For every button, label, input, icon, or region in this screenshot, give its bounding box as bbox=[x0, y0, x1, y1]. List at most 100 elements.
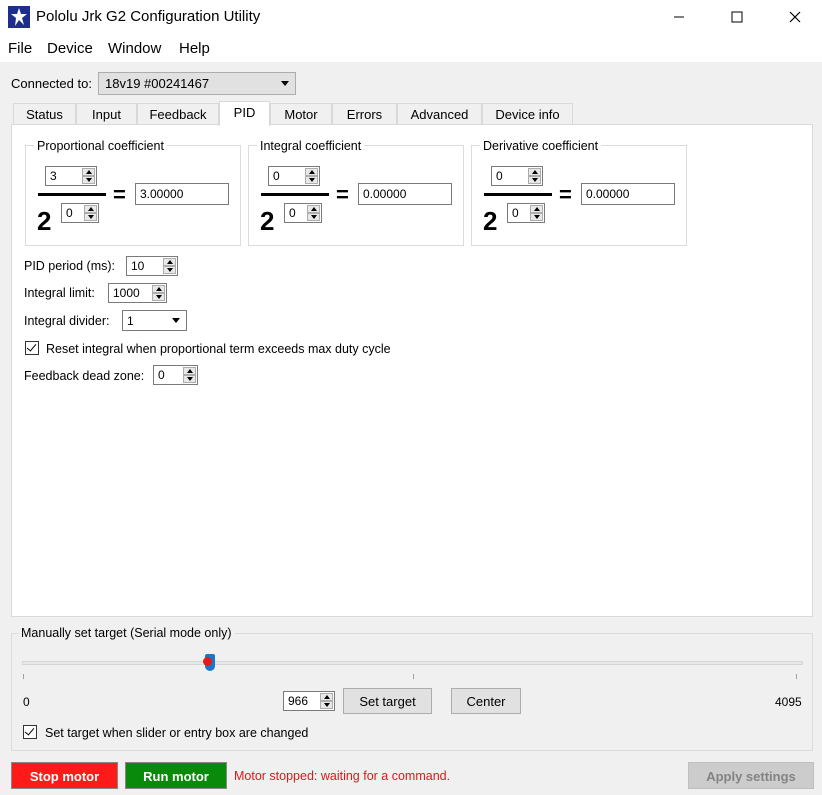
menu-help[interactable]: Help bbox=[179, 40, 210, 57]
stop-motor-button[interactable]: Stop motor bbox=[11, 762, 118, 789]
slider-tick bbox=[796, 674, 797, 679]
integral-multiplier-spinbox[interactable]: 0 bbox=[268, 166, 320, 186]
menu-window[interactable]: Window bbox=[108, 40, 161, 57]
spin-down-icon[interactable] bbox=[530, 213, 543, 221]
equals-sign: = bbox=[113, 182, 126, 207]
tab-advanced[interactable]: Advanced bbox=[397, 103, 482, 125]
pid-period-value: 10 bbox=[131, 259, 145, 273]
spin-up-icon[interactable] bbox=[82, 168, 95, 176]
integral-divider-value: 1 bbox=[127, 314, 134, 328]
pid-period-label: PID period (ms): bbox=[24, 259, 115, 273]
feedback-dead-zone-label: Feedback dead zone: bbox=[24, 369, 145, 383]
maximize-icon[interactable] bbox=[714, 0, 760, 34]
derivative-base: 2 bbox=[483, 206, 498, 236]
chevron-down-icon bbox=[172, 318, 180, 323]
integral-limit-spinbox[interactable]: 1000 bbox=[108, 283, 167, 303]
fraction-line bbox=[484, 193, 552, 196]
integral-result-field[interactable]: 0.00000 bbox=[358, 183, 452, 205]
spin-up-icon[interactable] bbox=[84, 205, 97, 213]
app-logo-icon bbox=[8, 6, 30, 28]
proportional-multiplier-value: 3 bbox=[50, 169, 57, 183]
integral-divider-label: Integral divider: bbox=[24, 314, 110, 328]
slider-tick bbox=[23, 674, 24, 679]
derivative-exponent-value: 0 bbox=[512, 206, 519, 220]
menu-device[interactable]: Device bbox=[47, 40, 93, 57]
spin-down-icon[interactable] bbox=[528, 176, 541, 184]
tab-errors[interactable]: Errors bbox=[332, 103, 397, 125]
fraction-line bbox=[261, 193, 329, 196]
slider-max-label: 4095 bbox=[775, 695, 802, 709]
proportional-exponent-spinbox[interactable]: 0 bbox=[61, 203, 99, 223]
integral-limit-label: Integral limit: bbox=[24, 286, 95, 300]
proportional-base: 2 bbox=[37, 206, 52, 236]
integral-title: Integral coefficient bbox=[257, 139, 365, 153]
tab-input[interactable]: Input bbox=[76, 103, 137, 125]
reset-integral-label: Reset integral when proportional term ex… bbox=[46, 342, 391, 356]
menu-file[interactable]: File bbox=[8, 40, 32, 57]
spin-up-icon[interactable] bbox=[307, 205, 320, 213]
tab-motor[interactable]: Motor bbox=[270, 103, 332, 125]
feedback-dead-zone-value: 0 bbox=[158, 368, 165, 382]
motor-status-text: Motor stopped: waiting for a command. bbox=[234, 769, 451, 783]
chevron-down-icon bbox=[281, 81, 289, 86]
tab-feedback[interactable]: Feedback bbox=[137, 103, 219, 125]
set-target-button[interactable]: Set target bbox=[343, 688, 432, 714]
proportional-multiplier-spinbox[interactable]: 3 bbox=[45, 166, 97, 186]
run-motor-button[interactable]: Run motor bbox=[125, 762, 227, 789]
apply-settings-button[interactable]: Apply settings bbox=[688, 762, 814, 789]
window-title: Pololu Jrk G2 Configuration Utility bbox=[36, 8, 261, 25]
spin-down-icon[interactable] bbox=[163, 266, 176, 274]
spin-up-icon[interactable] bbox=[305, 168, 318, 176]
spin-down-icon[interactable] bbox=[183, 375, 196, 383]
integral-multiplier-value: 0 bbox=[273, 169, 280, 183]
proportional-coefficient-group: Proportional coefficient 3 2 0 = 3.00000 bbox=[25, 139, 241, 246]
spin-up-icon[interactable] bbox=[530, 205, 543, 213]
close-icon[interactable] bbox=[772, 0, 818, 34]
derivative-title: Derivative coefficient bbox=[480, 139, 602, 153]
derivative-multiplier-spinbox[interactable]: 0 bbox=[491, 166, 543, 186]
spin-down-icon[interactable] bbox=[84, 213, 97, 221]
tab-status[interactable]: Status bbox=[13, 103, 76, 125]
equals-sign: = bbox=[559, 182, 572, 207]
integral-exponent-value: 0 bbox=[289, 206, 296, 220]
spin-up-icon[interactable] bbox=[320, 693, 333, 701]
integral-base: 2 bbox=[260, 206, 275, 236]
pid-period-spinbox[interactable]: 10 bbox=[126, 256, 178, 276]
spin-up-icon[interactable] bbox=[183, 367, 196, 375]
feedback-dead-zone-spinbox[interactable]: 0 bbox=[153, 365, 198, 385]
center-button[interactable]: Center bbox=[451, 688, 521, 714]
auto-set-target-checkbox[interactable] bbox=[23, 725, 37, 739]
pid-tab-panel: Proportional coefficient 3 2 0 = 3.00000… bbox=[11, 124, 813, 617]
minimize-icon[interactable] bbox=[656, 0, 702, 34]
spin-up-icon[interactable] bbox=[163, 258, 176, 266]
integral-limit-value: 1000 bbox=[113, 286, 140, 300]
slider-tick bbox=[413, 674, 414, 679]
spin-down-icon[interactable] bbox=[152, 293, 165, 301]
proportional-exponent-value: 0 bbox=[66, 206, 73, 220]
fraction-line bbox=[38, 193, 106, 196]
target-value: 966 bbox=[288, 694, 309, 708]
integral-coefficient-group: Integral coefficient 0 2 0 = 0.00000 bbox=[248, 139, 464, 246]
spin-down-icon[interactable] bbox=[82, 176, 95, 184]
device-select[interactable]: 18v19 #00241467 bbox=[98, 72, 296, 95]
integral-divider-select[interactable]: 1 bbox=[122, 310, 187, 331]
spin-down-icon[interactable] bbox=[307, 213, 320, 221]
derivative-coefficient-group: Derivative coefficient 0 2 0 = 0.00000 bbox=[471, 139, 687, 246]
tab-device-info[interactable]: Device info bbox=[482, 103, 573, 125]
derivative-exponent-spinbox[interactable]: 0 bbox=[507, 203, 545, 223]
target-value-spinbox[interactable]: 966 bbox=[283, 691, 335, 711]
derivative-multiplier-value: 0 bbox=[496, 169, 503, 183]
spin-down-icon[interactable] bbox=[305, 176, 318, 184]
spin-up-icon[interactable] bbox=[528, 168, 541, 176]
integral-exponent-spinbox[interactable]: 0 bbox=[284, 203, 322, 223]
target-slider-track[interactable] bbox=[22, 661, 803, 665]
proportional-result-field[interactable]: 3.00000 bbox=[135, 183, 229, 205]
tab-pid[interactable]: PID bbox=[219, 101, 270, 126]
reset-integral-checkbox[interactable] bbox=[25, 341, 39, 355]
spin-up-icon[interactable] bbox=[152, 285, 165, 293]
manual-target-title: Manually set target (Serial mode only) bbox=[18, 626, 235, 640]
auto-set-target-label: Set target when slider or entry box are … bbox=[45, 726, 309, 740]
proportional-title: Proportional coefficient bbox=[34, 139, 167, 153]
spin-down-icon[interactable] bbox=[320, 701, 333, 709]
derivative-result-field[interactable]: 0.00000 bbox=[581, 183, 675, 205]
